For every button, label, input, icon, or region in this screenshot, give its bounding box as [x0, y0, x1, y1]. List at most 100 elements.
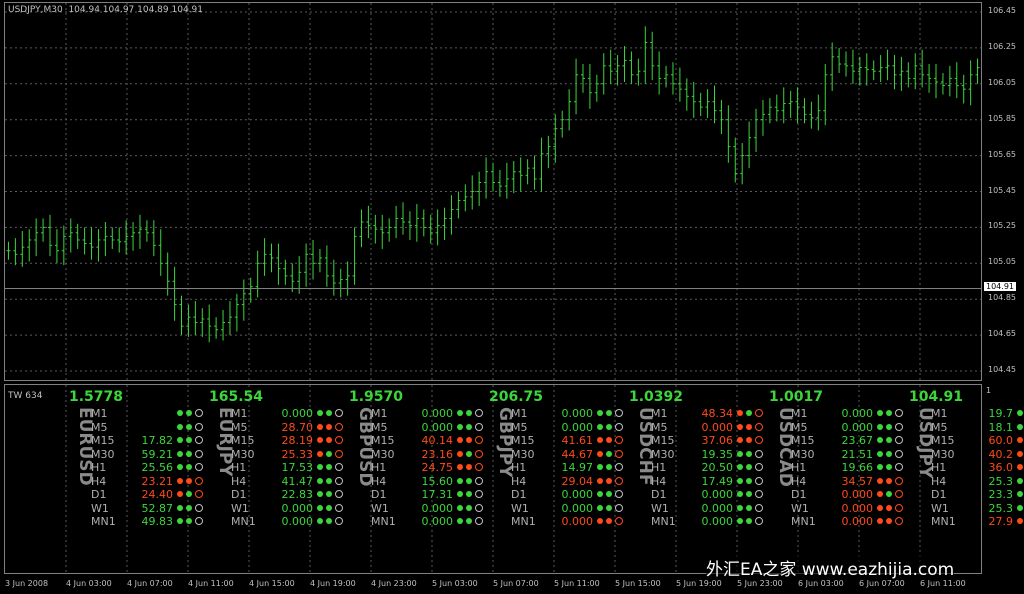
signal-ring	[615, 449, 623, 458]
ohlc-bar	[650, 31, 655, 81]
timeframe-value: 23.3	[988, 488, 1014, 501]
timeframe-row: MN1 0.000	[371, 515, 491, 528]
ohlc-bar	[255, 250, 260, 298]
signal-dot	[886, 464, 892, 470]
ohlc-bar	[221, 309, 226, 341]
timeframe-value: 28.70	[281, 420, 314, 434]
timeframe-value: 19.66	[841, 461, 874, 474]
signal-ring	[335, 422, 343, 431]
pair-price: 1.0017	[769, 389, 824, 405]
ohlc-bar	[144, 220, 149, 242]
signal-dot	[746, 437, 752, 443]
signal-dot	[326, 477, 332, 484]
ohlc-bar	[477, 171, 482, 206]
timeframe-label: H4	[651, 474, 667, 488]
ohlc-bar	[345, 261, 350, 296]
ohlc-bar	[193, 301, 198, 336]
timeframe-value: 24.75	[421, 461, 454, 474]
indicator-panel[interactable]: TW 634 1.5778 EURUSD M1 M5 M15 17.82 M30 59.21 H…	[4, 384, 1023, 574]
ohlc-bar	[857, 56, 862, 86]
timeframe-value: 29.04	[561, 474, 594, 488]
ohlc-bar	[518, 157, 523, 192]
signal-dot	[886, 410, 892, 416]
signal-ring	[755, 517, 763, 525]
ohlc-bar	[788, 90, 793, 118]
timeframe-label: MN1	[371, 515, 396, 528]
ohlc-bar	[608, 49, 613, 84]
signal-dot	[177, 437, 183, 443]
timeframe-row: H4 15.60	[371, 475, 491, 488]
timeframe-label: M15	[91, 434, 115, 447]
timeframe-row: MN1 0.000	[511, 515, 631, 528]
signal-dot	[326, 437, 332, 443]
pair-panel-usdjpy: 104.91 USDJPY M1 19.7 M5 18.1 M15 60.0 M30 40.2 H1…	[909, 389, 1024, 529]
timeframe-value: 0.000	[281, 515, 314, 528]
timeframe-row: H4 29.04	[511, 475, 631, 488]
signal-dot	[1017, 450, 1023, 457]
signal-ring	[195, 409, 203, 417]
timeframe-label: H4	[231, 474, 247, 488]
timeframe-label: H1	[231, 461, 247, 474]
signal-dot	[1017, 437, 1023, 443]
signal-dot	[457, 410, 463, 416]
timeframe-label: D1	[371, 488, 387, 501]
ohlc-bar	[151, 220, 156, 257]
ohlc-bar	[629, 51, 634, 84]
time-tick: 5 Jun 15:00	[615, 579, 661, 588]
price-tick: 105.65	[988, 149, 1016, 159]
signal-dot	[186, 423, 192, 430]
timeframe-row: MN1 0.000	[651, 515, 771, 528]
timeframe-value: 0.000	[281, 407, 314, 420]
ohlc-bar	[124, 220, 129, 255]
time-tick: 5 Jun 11:00	[554, 579, 600, 588]
signal-dot	[606, 410, 612, 416]
ohlc-bar	[712, 85, 717, 124]
ohlc-bar	[954, 62, 959, 99]
timeframe-value: 0.000	[701, 501, 734, 515]
signal-dot	[746, 504, 752, 511]
timeframe-label: M30	[791, 447, 815, 461]
signal-ring	[895, 422, 903, 431]
time-tick: 5 Jun 23:00	[737, 579, 783, 588]
timeframe-row: W1 0.000	[511, 502, 631, 515]
timeframe-label: H1	[511, 461, 527, 474]
time-tick: 4 Jun 03:00	[66, 579, 112, 588]
timeframe-label: M15	[931, 434, 955, 447]
signal-dot	[886, 437, 892, 443]
ohlc-bar	[338, 268, 343, 298]
time-tick: 4 Jun 07:00	[127, 579, 173, 588]
ohlc-bar	[816, 94, 821, 131]
timeframe-label: H1	[371, 461, 387, 474]
signal-dot	[326, 410, 332, 416]
timeframe-value: 36.0	[988, 461, 1014, 474]
timeframe-row: W1 0.000	[651, 502, 771, 515]
ohlc-bar	[54, 229, 59, 264]
timeframe-label: W1	[91, 501, 109, 515]
timeframe-label: M30	[511, 447, 535, 461]
signal-dot	[877, 504, 883, 511]
ohlc-bar	[774, 94, 779, 122]
price-tick: 106.25	[988, 41, 1016, 51]
timeframe-row: D1 0.000	[511, 488, 631, 501]
timeframe-label: H1	[931, 461, 947, 474]
ohlc-bar	[227, 301, 232, 336]
signal-dot	[877, 410, 883, 416]
price-chart-panel[interactable]: USDJPY,M30 104.94 104.97 104.89 104.91	[4, 2, 982, 381]
timeframe-value: 52.87	[141, 501, 174, 515]
time-tick: 4 Jun 15:00	[249, 579, 295, 588]
timeframe-row: M5 0.000	[791, 421, 911, 434]
signal-dot	[186, 437, 192, 443]
ohlc-bar	[61, 225, 66, 266]
ohlc-bar	[850, 49, 855, 84]
pair-price: 1.9570	[349, 389, 404, 405]
signal-dot	[606, 491, 612, 497]
timeframe-label: M30	[231, 447, 255, 461]
timeframe-value: 40.2	[988, 447, 1014, 461]
ohlc-bar	[331, 259, 336, 296]
ohlc-bar	[961, 74, 966, 104]
signal-dot	[466, 464, 472, 470]
signal-ring	[615, 490, 623, 498]
signal-dot	[186, 450, 192, 457]
ohlc-bar	[68, 218, 73, 253]
timeframe-label: M1	[91, 407, 108, 420]
